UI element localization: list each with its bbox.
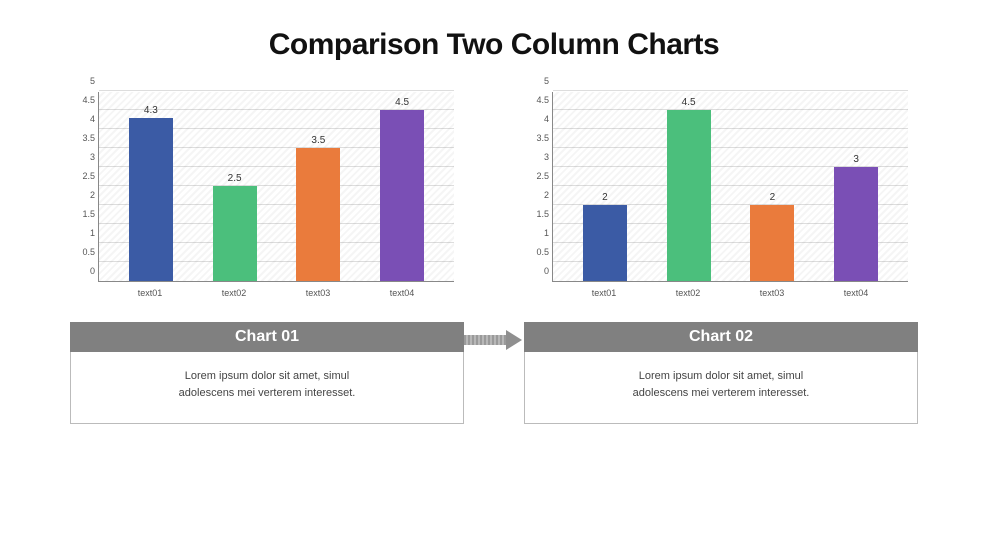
chart-left-bars: 4.3 2.5 3.5 4.5 xyxy=(99,92,454,281)
chart-right: 0 0.5 1 1.5 2 2.5 3 3.5 4 4.5 5 2 xyxy=(524,92,918,302)
x-label: text02 xyxy=(646,288,730,298)
y-tick: 1.5 xyxy=(525,209,549,219)
bar-label: 4.5 xyxy=(647,97,731,108)
y-tick: 5 xyxy=(525,76,549,86)
y-tick: 2.5 xyxy=(525,171,549,181)
chart-left-xlabels: text01 text02 text03 text04 xyxy=(98,282,454,298)
y-tick: 3.5 xyxy=(525,133,549,143)
y-tick: 0 xyxy=(525,266,549,276)
x-label: text03 xyxy=(276,288,360,298)
bar-wrap: 3.5 xyxy=(277,92,361,281)
chart-left: 0 0.5 1 1.5 2 2.5 3 3.5 4 4.5 5 4.3 xyxy=(70,92,464,302)
y-tick: 5 xyxy=(71,76,95,86)
x-label: text02 xyxy=(192,288,276,298)
caption-right-body: Lorem ipsum dolor sit amet, simul adoles… xyxy=(524,352,918,424)
y-tick: 2 xyxy=(71,190,95,200)
bar-label: 4.5 xyxy=(360,97,444,108)
chart-left-plot: 0 0.5 1 1.5 2 2.5 3 3.5 4 4.5 5 4.3 xyxy=(98,92,454,282)
x-label: text01 xyxy=(108,288,192,298)
bar-label: 2.5 xyxy=(193,173,277,184)
y-tick: 4 xyxy=(71,114,95,124)
bar-2 xyxy=(667,110,711,281)
bar-wrap: 4.5 xyxy=(647,92,731,281)
caption-right-line2: adolescens mei verterem interesset. xyxy=(545,385,897,402)
caption-left-body: Lorem ipsum dolor sit amet, simul adoles… xyxy=(70,352,464,424)
caption-right-header: Chart 02 xyxy=(524,322,918,352)
y-tick: 4.5 xyxy=(525,95,549,105)
chart-right-xlabels: text01 text02 text03 text04 xyxy=(552,282,908,298)
bar-3 xyxy=(750,205,794,281)
bar-wrap: 2.5 xyxy=(193,92,277,281)
page-title: Comparison Two Column Charts xyxy=(0,0,988,62)
x-label: text04 xyxy=(814,288,898,298)
y-tick: 1.5 xyxy=(71,209,95,219)
y-tick: 4 xyxy=(525,114,549,124)
x-label: text01 xyxy=(562,288,646,298)
bar-label: 4.3 xyxy=(109,105,193,116)
bar-wrap: 2 xyxy=(731,92,815,281)
bar-label: 2 xyxy=(563,192,647,203)
y-tick: 4.5 xyxy=(71,95,95,105)
bar-label: 3.5 xyxy=(277,135,361,146)
charts-row: 0 0.5 1 1.5 2 2.5 3 3.5 4 4.5 5 4.3 xyxy=(0,62,988,302)
y-tick: 2.5 xyxy=(71,171,95,181)
chart-right-bars: 2 4.5 2 3 xyxy=(553,92,908,281)
caption-right-line1: Lorem ipsum dolor sit amet, simul xyxy=(545,368,897,385)
bar-label: 3 xyxy=(814,154,898,165)
y-tick: 2 xyxy=(525,190,549,200)
caption-left-line2: adolescens mei verterem interesset. xyxy=(91,385,443,402)
y-tick: 3 xyxy=(525,152,549,162)
bar-4 xyxy=(380,110,424,281)
bar-wrap: 2 xyxy=(563,92,647,281)
y-tick: 3 xyxy=(71,152,95,162)
y-tick: 0.5 xyxy=(71,247,95,257)
bar-1 xyxy=(129,118,173,281)
bar-label: 2 xyxy=(731,192,815,203)
y-tick: 0.5 xyxy=(525,247,549,257)
chart-left-area: 0 0.5 1 1.5 2 2.5 3 3.5 4 4.5 5 4.3 xyxy=(70,92,464,302)
y-tick: 0 xyxy=(71,266,95,276)
captions-row: Chart 01 Lorem ipsum dolor sit amet, sim… xyxy=(0,302,988,424)
bar-wrap: 4.3 xyxy=(109,92,193,281)
bar-wrap: 3 xyxy=(814,92,898,281)
y-tick: 1 xyxy=(71,228,95,238)
chart-right-area: 0 0.5 1 1.5 2 2.5 3 3.5 4 4.5 5 2 xyxy=(524,92,918,302)
bar-2 xyxy=(213,186,257,281)
chart-right-plot: 0 0.5 1 1.5 2 2.5 3 3.5 4 4.5 5 2 xyxy=(552,92,908,282)
y-tick: 1 xyxy=(525,228,549,238)
bar-3 xyxy=(296,148,340,281)
bar-4 xyxy=(834,167,878,281)
x-label: text03 xyxy=(730,288,814,298)
y-tick: 3.5 xyxy=(71,133,95,143)
caption-left-header: Chart 01 xyxy=(70,322,464,352)
caption-left-line1: Lorem ipsum dolor sit amet, simul xyxy=(91,368,443,385)
bar-wrap: 4.5 xyxy=(360,92,444,281)
arrow-icon xyxy=(464,330,524,350)
caption-left: Chart 01 Lorem ipsum dolor sit amet, sim… xyxy=(70,322,464,424)
x-label: text04 xyxy=(360,288,444,298)
caption-right: Chart 02 Lorem ipsum dolor sit amet, sim… xyxy=(524,322,918,424)
bar-1 xyxy=(583,205,627,281)
